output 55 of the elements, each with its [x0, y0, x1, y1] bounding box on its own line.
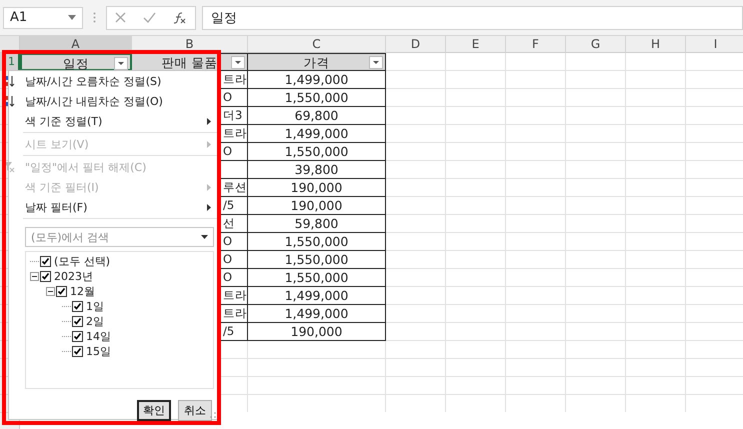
filter-dropdown-icon[interactable] [369, 56, 383, 69]
table-cell: 1,499,000 [248, 287, 386, 305]
table-cell: 1,550,000 [248, 269, 386, 287]
function-icon[interactable] [172, 12, 187, 24]
column-header[interactable]: F [506, 36, 566, 53]
grip-icon [93, 12, 96, 23]
table-cell: 1,499,000 [248, 305, 386, 323]
table-cell: 1,550,000 [248, 233, 386, 251]
checkbox[interactable] [72, 316, 83, 327]
formula-field[interactable]: 일정 [202, 6, 743, 30]
table-cell: 1,550,000 [248, 251, 386, 269]
column-header[interactable]: E [446, 36, 506, 53]
table-cell: 1,499,000 [248, 125, 386, 143]
table-cell: 190,000 [248, 179, 386, 197]
resize-grip-icon[interactable] [210, 412, 216, 418]
caret-icon [201, 235, 208, 239]
checkbox[interactable] [40, 271, 51, 282]
tree-item-label[interactable]: 15일 [86, 344, 111, 359]
tree-item-label[interactable]: (모두 선택) [54, 254, 110, 269]
table-cell: 1,499,000 [248, 71, 386, 89]
caret-icon [68, 15, 76, 20]
checkbox[interactable] [72, 346, 83, 357]
table-cell: 59,800 [248, 215, 386, 233]
collapse-icon[interactable] [30, 272, 39, 281]
sort-ascending-icon [4, 75, 14, 87]
column-header[interactable]: D [386, 36, 446, 53]
tree-item-label[interactable]: 12월 [70, 284, 95, 299]
dialog-button[interactable]: 확인 [137, 400, 171, 421]
tree-item-label[interactable]: 1일 [86, 299, 104, 314]
table-cell: 39,800 [248, 161, 386, 179]
checkbox[interactable] [40, 256, 51, 267]
checkbox[interactable] [56, 286, 67, 297]
name-box[interactable]: A1 [3, 6, 83, 28]
column-header[interactable]: G [566, 36, 626, 53]
search-field[interactable]: (모두)에서 검색 [25, 227, 214, 247]
table-header-cell: 가격 [248, 53, 386, 71]
sort-descending-icon [4, 95, 14, 107]
dialog-button[interactable]: 취소 [178, 400, 212, 421]
table-cell: 190,000 [248, 197, 386, 215]
tree-item-label[interactable]: 14일 [86, 329, 111, 344]
table-cell: 190,000 [248, 323, 386, 341]
table-cell: 69,800 [248, 107, 386, 125]
column-header[interactable]: I [686, 36, 743, 53]
table-cell: 1,550,000 [248, 143, 386, 161]
table-cell: 1,550,000 [248, 89, 386, 107]
checkbox[interactable] [72, 331, 83, 342]
collapse-icon[interactable] [46, 287, 55, 296]
check-icon[interactable] [142, 12, 156, 23]
filter-dropdown-icon[interactable] [231, 56, 245, 69]
column-header[interactable]: H [626, 36, 686, 53]
checkbox[interactable] [72, 301, 83, 312]
filter-dropdown-icon[interactable] [114, 57, 128, 70]
column-header[interactable]: C [248, 36, 386, 53]
tree-item-label[interactable]: 2023년 [54, 269, 93, 284]
tree-item-label[interactable]: 2일 [86, 314, 104, 329]
